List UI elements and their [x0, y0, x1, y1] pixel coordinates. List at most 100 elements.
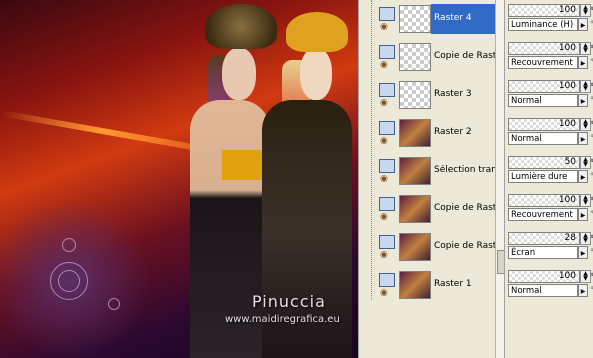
layer-thumbnail: [399, 43, 431, 71]
eye-icon[interactable]: ◉: [380, 137, 394, 146]
opacity-value: 100: [558, 43, 576, 53]
layer-name: Sélection trans: [434, 165, 496, 175]
link-icon[interactable]: ⚭: [589, 194, 593, 205]
layer-row[interactable]: ◉ Raster 2: [359, 115, 505, 153]
model-right-hat: [286, 12, 348, 52]
layer-name: Raster 2: [434, 127, 472, 137]
opacity-value: 100: [558, 271, 576, 281]
dropdown-arrow-icon[interactable]: ▶: [578, 94, 588, 107]
lock-icon[interactable]: ⚭: [589, 284, 593, 294]
dropdown-arrow-icon[interactable]: ▶: [578, 284, 588, 297]
opacity-slider[interactable]: 100: [508, 270, 580, 283]
layer-name: Raster 4: [434, 13, 472, 23]
opacity-slider[interactable]: 100: [508, 80, 580, 93]
dropdown-arrow-icon[interactable]: ▶: [578, 132, 588, 145]
eye-icon[interactable]: ◉: [380, 99, 394, 108]
opacity-slider[interactable]: 100: [508, 4, 580, 17]
layer-thumbnail: [399, 157, 431, 185]
layer-property-row: 50▲▼⚭Lumière dure▶⚭: [505, 153, 593, 191]
blend-mode-select[interactable]: Écran: [508, 246, 578, 259]
model-left-top: [222, 150, 262, 180]
layer-thumbnail: [399, 119, 431, 147]
bokeh-circle: [108, 298, 120, 310]
eye-icon[interactable]: ◉: [380, 23, 394, 32]
layer-row[interactable]: ◉ Raster 3: [359, 77, 505, 115]
dropdown-arrow-icon[interactable]: ▶: [578, 170, 588, 183]
layer-name: Copie de Raste: [434, 241, 496, 251]
image-canvas[interactable]: Pinuccia www.maidiregrafica.eu: [0, 0, 358, 358]
dropdown-arrow-icon[interactable]: ▶: [578, 18, 588, 31]
lock-icon[interactable]: ⚭: [589, 94, 593, 104]
watermark-url: www.maidiregrafica.eu: [225, 314, 340, 325]
dropdown-arrow-icon[interactable]: ▶: [578, 208, 588, 221]
lock-icon[interactable]: ⚭: [589, 132, 593, 142]
lock-icon[interactable]: ⚭: [589, 170, 593, 180]
link-icon[interactable]: ⚭: [589, 4, 593, 15]
layer-row[interactable]: ◉ Copie de Raste: [359, 39, 505, 77]
opacity-slider[interactable]: 100: [508, 118, 580, 131]
layer-thumbnail: [399, 271, 431, 299]
link-icon[interactable]: ⚭: [589, 118, 593, 129]
eye-icon[interactable]: ◉: [380, 175, 394, 184]
blend-mode-select[interactable]: Normal: [508, 132, 578, 145]
model-left-face: [222, 48, 256, 100]
link-icon[interactable]: ⚭: [589, 232, 593, 243]
link-icon[interactable]: ⚭: [589, 270, 593, 281]
bokeh-circle: [58, 270, 80, 292]
opacity-value: 28: [564, 233, 576, 243]
lock-icon[interactable]: ⚭: [589, 56, 593, 66]
layer-thumbnail: [399, 5, 431, 33]
layer-thumbnail: [399, 195, 431, 223]
blend-mode-select[interactable]: Normal: [508, 94, 578, 107]
eye-icon[interactable]: ◉: [380, 213, 394, 222]
blend-mode-select[interactable]: Normal: [508, 284, 578, 297]
blend-mode-select[interactable]: Recouvrement: [508, 208, 578, 221]
layer-name: Copie de Raste: [434, 51, 496, 61]
opacity-value: 100: [558, 5, 576, 15]
link-icon[interactable]: ⚭: [589, 80, 593, 91]
raster-layer-icon: [379, 159, 395, 173]
dropdown-arrow-icon[interactable]: ▶: [578, 56, 588, 69]
opacity-slider[interactable]: 100: [508, 194, 580, 207]
blend-mode-select[interactable]: Luminance (H): [508, 18, 578, 31]
lock-icon[interactable]: ⚭: [589, 246, 593, 256]
raster-layer-icon: [379, 121, 395, 135]
layer-property-row: 100▲▼⚭Normal▶⚭: [505, 115, 593, 153]
raster-layer-icon: [379, 7, 395, 21]
opacity-value: 100: [558, 119, 576, 129]
lock-icon[interactable]: ⚭: [589, 18, 593, 28]
layer-thumbnail: [399, 81, 431, 109]
eye-icon[interactable]: ◉: [380, 289, 394, 298]
blend-mode-select[interactable]: Recouvrement: [508, 56, 578, 69]
blend-mode-select[interactable]: Lumière dure: [508, 170, 578, 183]
layer-row[interactable]: ◉ Raster 4: [359, 1, 505, 39]
link-icon[interactable]: ⚭: [589, 156, 593, 167]
opacity-slider[interactable]: 28: [508, 232, 580, 245]
layer-row[interactable]: ◉ Raster 1: [359, 267, 505, 305]
watermark-name: Pinuccia: [252, 292, 326, 311]
layer-row[interactable]: ◉ Copie de Raste: [359, 229, 505, 267]
opacity-value: 100: [558, 195, 576, 205]
eye-icon[interactable]: ◉: [380, 251, 394, 260]
raster-layer-icon: [379, 235, 395, 249]
raster-layer-icon: [379, 45, 395, 59]
opacity-value: 100: [558, 81, 576, 91]
layer-row[interactable]: ◉ Sélection trans: [359, 153, 505, 191]
layer-properties: 100▲▼⚭Luminance (H)▶⚭100▲▼⚭Recouvrement▶…: [504, 0, 593, 358]
layer-property-row: 100▲▼⚭Normal▶⚭: [505, 77, 593, 115]
layer-property-row: 100▲▼⚭Normal▶⚭: [505, 267, 593, 305]
lock-icon[interactable]: ⚭: [589, 208, 593, 218]
raster-layer-icon: [379, 83, 395, 97]
layer-row[interactable]: ◉ Copie de Raste: [359, 191, 505, 229]
bokeh-circle: [62, 238, 76, 252]
eye-icon[interactable]: ◉: [380, 61, 394, 70]
layer-name: Raster 1: [434, 279, 472, 289]
layer-property-row: 28▲▼⚭Écran▶⚭: [505, 229, 593, 267]
model-right-face: [300, 48, 332, 100]
dropdown-arrow-icon[interactable]: ▶: [578, 246, 588, 259]
layer-property-row: 100▲▼⚭Luminance (H)▶⚭: [505, 1, 593, 39]
opacity-slider[interactable]: 100: [508, 42, 580, 55]
opacity-slider[interactable]: 50: [508, 156, 580, 169]
link-icon[interactable]: ⚭: [589, 42, 593, 53]
layers-palette: ◉ Raster 4 ◉ Copie de Raste ◉ Raster 3 ◉ Raster…: [358, 0, 507, 358]
